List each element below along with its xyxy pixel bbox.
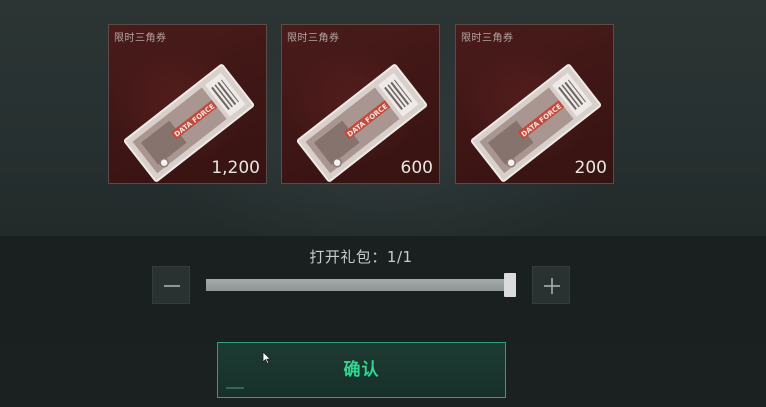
button-corner-decoration — [226, 387, 244, 389]
confirm-button[interactable]: 确认 — [217, 342, 506, 398]
open-pack-count-label: 打开礼包：1/1 — [309, 248, 413, 266]
slider-fill — [206, 279, 510, 291]
slider-thumb[interactable] — [504, 273, 516, 297]
quantity-slider[interactable] — [206, 279, 516, 291]
increase-button[interactable] — [532, 266, 570, 304]
decrease-button[interactable] — [152, 266, 190, 304]
confirm-button-label: 确认 — [343, 360, 380, 380]
plus-icon — [544, 278, 560, 294]
reward-card-1[interactable]: 限时三角券 DATA FORCE 1,200 — [108, 24, 267, 184]
mouse-cursor-icon — [262, 351, 272, 365]
reward-card-3[interactable]: 限时三角券 DATA FORCE 200 — [455, 24, 614, 184]
reward-quantity: 200 — [574, 158, 607, 178]
minus-icon — [164, 285, 180, 287]
reward-quantity: 600 — [400, 158, 433, 178]
reward-card-2[interactable]: 限时三角券 DATA FORCE 600 — [281, 24, 440, 184]
reward-quantity: 1,200 — [211, 158, 260, 178]
